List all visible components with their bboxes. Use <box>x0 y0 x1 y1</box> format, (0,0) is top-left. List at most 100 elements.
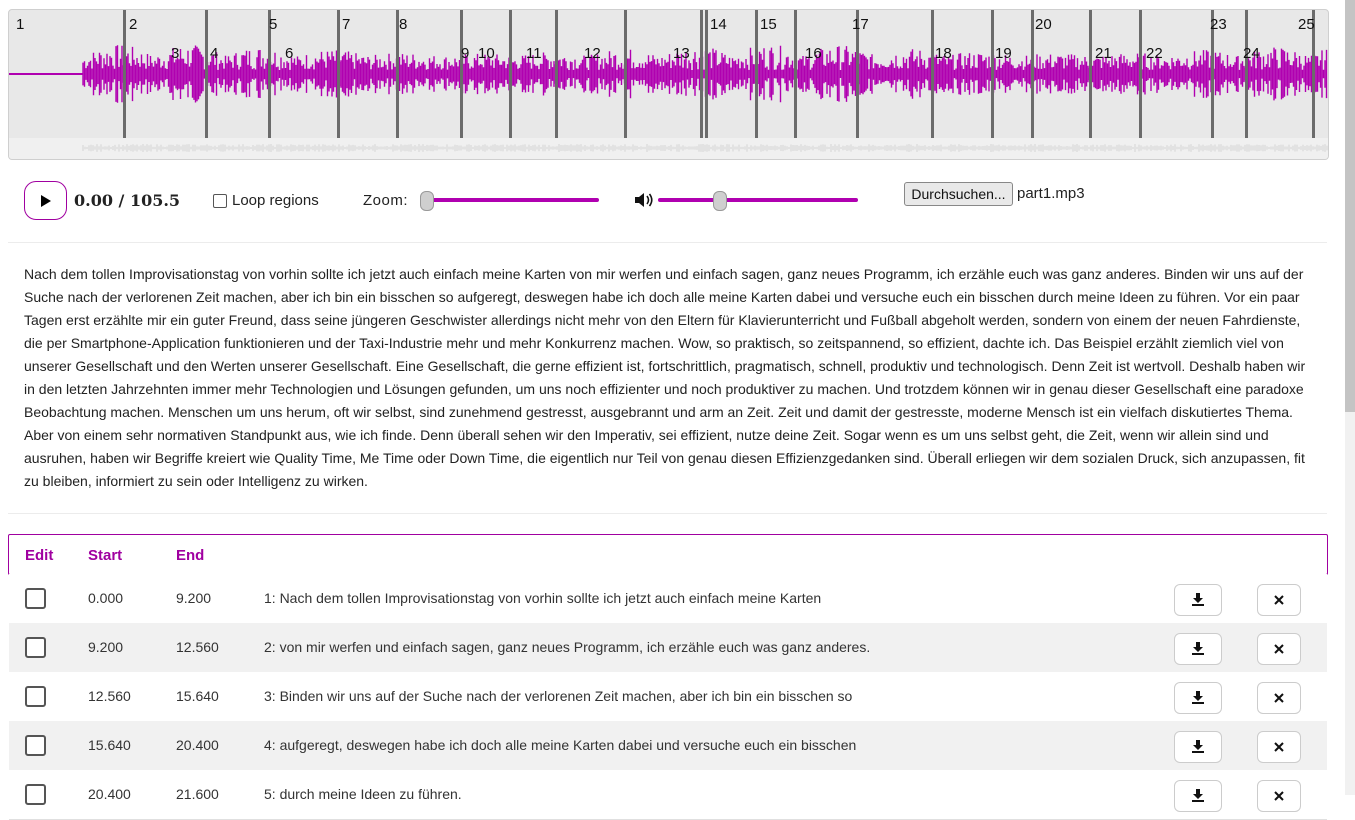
play-icon <box>40 194 51 207</box>
download-icon <box>1191 788 1205 805</box>
table-row: 12.560 15.640 3: Binden wir uns auf der Su… <box>9 672 1327 722</box>
row-text[interactable]: 3: Binden wir uns auf der Suche nach der… <box>264 688 852 704</box>
region-label: 15 <box>760 16 777 33</box>
volume-slider-thumb[interactable] <box>713 191 727 211</box>
region-label: 25 <box>1298 16 1315 33</box>
region-label: 19 <box>995 45 1012 62</box>
transcript-text: Nach dem tollen Improvisationstag von vo… <box>24 266 1306 489</box>
table-row: 20.400 21.600 5: durch meine Ideen zu führ… <box>9 770 1327 820</box>
region-boundary-handle[interactable] <box>755 10 758 138</box>
region-boundary-handle[interactable] <box>1139 10 1142 138</box>
region-label: 23 <box>1210 16 1227 33</box>
divider <box>8 513 1327 514</box>
row-edit-checkbox[interactable] <box>25 735 46 756</box>
region-boundary-handle[interactable] <box>624 10 627 138</box>
delete-button[interactable] <box>1257 682 1301 714</box>
row-end[interactable]: 9.200 <box>176 590 211 606</box>
header-start: Start <box>88 547 123 564</box>
region-boundary-handle[interactable] <box>460 10 463 138</box>
download-button[interactable] <box>1174 731 1222 763</box>
region-label: 13 <box>673 45 690 62</box>
row-edit-checkbox[interactable] <box>25 588 46 609</box>
region-boundary-handle[interactable] <box>123 10 126 138</box>
download-icon <box>1191 641 1205 658</box>
row-edit-checkbox[interactable] <box>25 637 46 658</box>
delete-button[interactable] <box>1257 584 1301 616</box>
download-button[interactable] <box>1174 780 1222 812</box>
delete-button[interactable] <box>1257 731 1301 763</box>
delete-button[interactable] <box>1257 780 1301 812</box>
row-start[interactable]: 0.000 <box>88 590 123 606</box>
waveform-display[interactable]: 1 2 3 4 5 6 7 8 9 10 11 12 13 14 15 16 17 18 19 20 21 22 23 24 2… <box>8 9 1329 160</box>
volume-slider[interactable] <box>658 198 858 202</box>
region-boundary-handle[interactable] <box>555 10 558 138</box>
region-boundary-handle[interactable] <box>1245 10 1248 138</box>
header-end: End <box>176 547 205 564</box>
row-end[interactable]: 21.600 <box>176 786 219 802</box>
region-label: 4 <box>210 45 219 62</box>
region-label: 5 <box>269 16 278 33</box>
minimap-waveform <box>82 144 1328 152</box>
zoom-slider-thumb[interactable] <box>420 191 434 211</box>
download-button[interactable] <box>1174 682 1222 714</box>
region-boundary-handle[interactable] <box>794 10 797 138</box>
region-boundary-handle[interactable] <box>1031 10 1034 138</box>
region-label: 16 <box>805 45 822 62</box>
close-icon <box>1274 788 1284 804</box>
close-icon <box>1274 690 1284 706</box>
region-boundary-handle[interactable] <box>337 10 340 138</box>
region-label: 22 <box>1146 45 1163 62</box>
row-text[interactable]: 4: aufgeregt, deswegen habe ich doch all… <box>264 737 856 753</box>
row-text[interactable]: 5: durch meine Ideen zu führen. <box>264 786 462 802</box>
zoom-label: Zoom: <box>363 192 409 209</box>
zoom-slider[interactable] <box>421 198 599 202</box>
row-end[interactable]: 20.400 <box>176 737 219 753</box>
scrollbar-thumb[interactable] <box>1345 0 1355 412</box>
region-label: 14 <box>710 16 727 33</box>
download-button[interactable] <box>1174 633 1222 665</box>
loop-regions-label: Loop regions <box>232 192 319 209</box>
region-boundary-handle[interactable] <box>205 10 208 138</box>
header-edit: Edit <box>25 547 54 564</box>
region-label: 1 <box>16 16 25 33</box>
region-label: 6 <box>285 45 294 62</box>
region-label: 3 <box>171 45 180 62</box>
region-label: 2 <box>129 16 138 33</box>
region-label: 9 <box>461 45 470 62</box>
close-icon <box>1274 641 1284 657</box>
close-icon <box>1274 592 1284 608</box>
region-label: 10 <box>478 45 495 62</box>
loop-regions-checkbox[interactable] <box>213 194 227 208</box>
download-icon <box>1191 739 1205 756</box>
time-display: 0.00 / 105.5 <box>74 191 181 210</box>
table-row: 15.640 20.400 4: aufgeregt, deswegen habe … <box>9 721 1327 771</box>
region-label: 20 <box>1035 16 1052 33</box>
region-boundary-handle[interactable] <box>700 10 703 138</box>
region-boundary-handle[interactable] <box>931 10 934 138</box>
row-start[interactable]: 9.200 <box>88 639 123 655</box>
row-text[interactable]: 2: von mir werfen und einfach sagen, gan… <box>264 639 870 655</box>
row-text[interactable]: 1: Nach dem tollen Improvisationstag von… <box>264 590 821 606</box>
table-row: 0.000 9.200 1: Nach dem tollen Improvisati… <box>9 574 1327 624</box>
waveform-minimap[interactable] <box>9 138 1328 159</box>
region-label: 11 <box>526 45 542 62</box>
play-button[interactable] <box>24 181 67 220</box>
download-button[interactable] <box>1174 584 1222 616</box>
file-browse-button[interactable]: Durchsuchen... <box>904 182 1013 206</box>
row-start[interactable]: 15.640 <box>88 737 131 753</box>
row-end[interactable]: 15.640 <box>176 688 219 704</box>
region-label: 24 <box>1243 45 1260 62</box>
region-label: 8 <box>399 16 408 33</box>
download-icon <box>1191 592 1205 609</box>
region-boundary-handle[interactable] <box>509 10 512 138</box>
region-boundary-handle[interactable] <box>991 10 994 138</box>
region-boundary-handle[interactable] <box>1089 10 1092 138</box>
row-start[interactable]: 20.400 <box>88 786 131 802</box>
file-name: part1.mp3 <box>1017 185 1085 202</box>
delete-button[interactable] <box>1257 633 1301 665</box>
row-edit-checkbox[interactable] <box>25 686 46 707</box>
region-boundary-handle[interactable] <box>705 10 708 138</box>
row-start[interactable]: 12.560 <box>88 688 131 704</box>
segments-table-header: Edit Start End <box>8 534 1328 575</box>
row-end[interactable]: 12.560 <box>176 639 219 655</box>
